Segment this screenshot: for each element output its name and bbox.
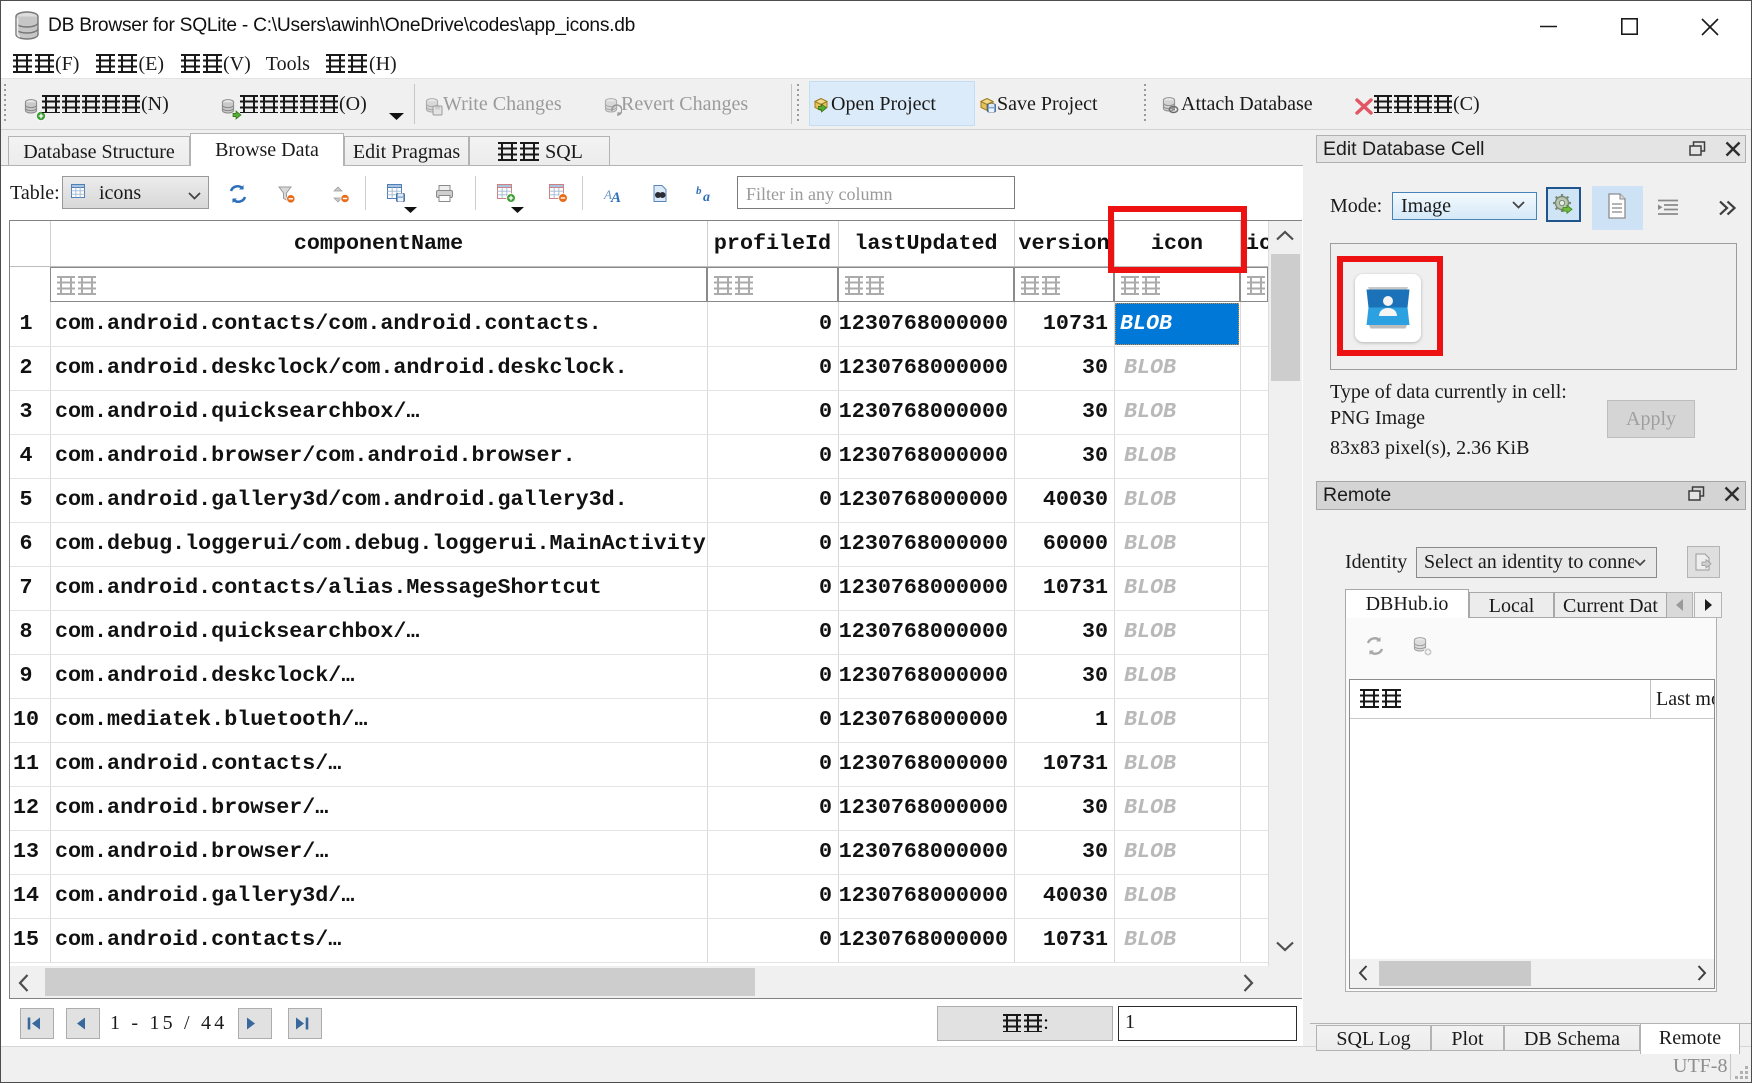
svg-text:A: A [610, 190, 621, 203]
svg-text:b: b [696, 185, 702, 197]
svg-text:a: a [703, 190, 710, 203]
